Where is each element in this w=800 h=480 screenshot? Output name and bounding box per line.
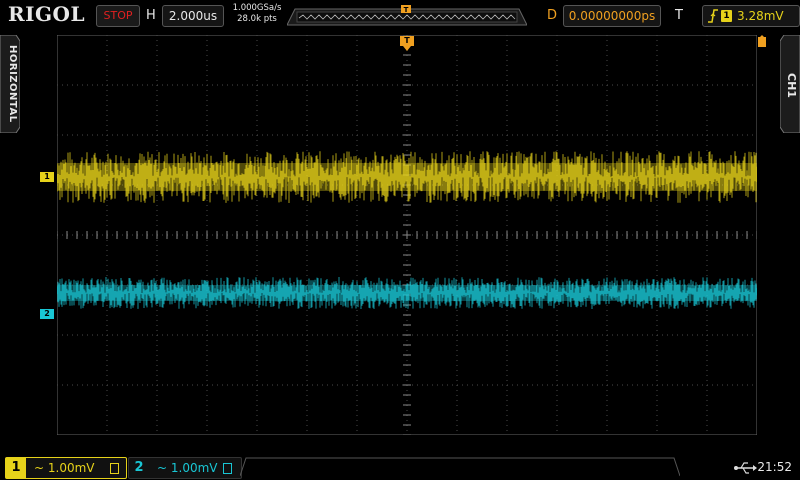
ch1-scale: 1.00mV — [47, 461, 95, 475]
trigger-level-arrow — [758, 35, 766, 39]
ch2-bandwidth-icon — [223, 463, 232, 474]
channel-tab-label: CH1 — [785, 72, 798, 98]
ch2-number: 2 — [134, 460, 144, 475]
trigger-position-marker[interactable]: T — [400, 36, 414, 46]
bottom-bar-divider — [240, 457, 680, 477]
trigger-position-arrow — [403, 46, 411, 51]
svg-text:T: T — [404, 6, 409, 14]
trigger-level: 3.28mV — [737, 9, 784, 23]
delay-label: D — [547, 8, 558, 23]
sample-rate: 1.000GSa/s — [232, 3, 282, 13]
trigger-source-badge: 1 — [721, 10, 732, 22]
memory-depth: 28.0k pts — [237, 14, 277, 24]
top-status-bar: RIGOL STOP H 2.000us 1.000GSa/s 28.0k pt… — [0, 0, 800, 30]
trigger-settings[interactable]: 1 3.28mV — [702, 5, 800, 27]
ch1-number: 1 — [6, 458, 26, 478]
horizontal-tab-label: HORIZONTAL — [7, 45, 18, 123]
channel-menu-tab[interactable]: CH1 — [779, 34, 800, 134]
rising-edge-icon — [707, 7, 719, 23]
ch2-coupling: ~ — [157, 461, 168, 475]
waveform-display[interactable] — [57, 35, 757, 435]
acquisition-info: 1.000GSa/s 28.0k pts — [232, 3, 282, 25]
bottom-channel-bar: 1 ~ 1.00mV 2 ~ 1.00mV 21:52 — [0, 454, 800, 480]
ch2-settings[interactable]: 2 ~ 1.00mV — [128, 457, 242, 479]
ch1-scale-row: ~ 1.00mV — [34, 458, 95, 478]
timebase-value[interactable]: 2.000us — [162, 5, 224, 27]
ch1-offset-marker[interactable]: 1 — [40, 172, 54, 182]
ch2-offset-marker[interactable]: 2 — [40, 309, 54, 319]
ch1-settings[interactable]: 1 ~ 1.00mV — [5, 457, 127, 479]
delay-value[interactable]: 0.00000000ps — [563, 5, 661, 27]
memory-overview-bar[interactable]: T — [287, 3, 527, 27]
trigger-label: T — [675, 8, 683, 23]
run-stop-status[interactable]: STOP — [96, 5, 140, 27]
ch2-scale: 1.00mV — [170, 461, 218, 475]
ch1-coupling: ~ — [34, 461, 45, 475]
horizontal-menu-tab[interactable]: HORIZONTAL — [0, 34, 21, 134]
system-clock: 21:52 — [757, 460, 792, 474]
ch1-bandwidth-icon — [110, 463, 119, 474]
horizontal-label: H — [146, 8, 156, 23]
brand-logo: RIGOL — [8, 2, 86, 26]
usb-icon — [733, 460, 757, 474]
ch2-scale-row: ~ 1.00mV — [157, 458, 218, 478]
